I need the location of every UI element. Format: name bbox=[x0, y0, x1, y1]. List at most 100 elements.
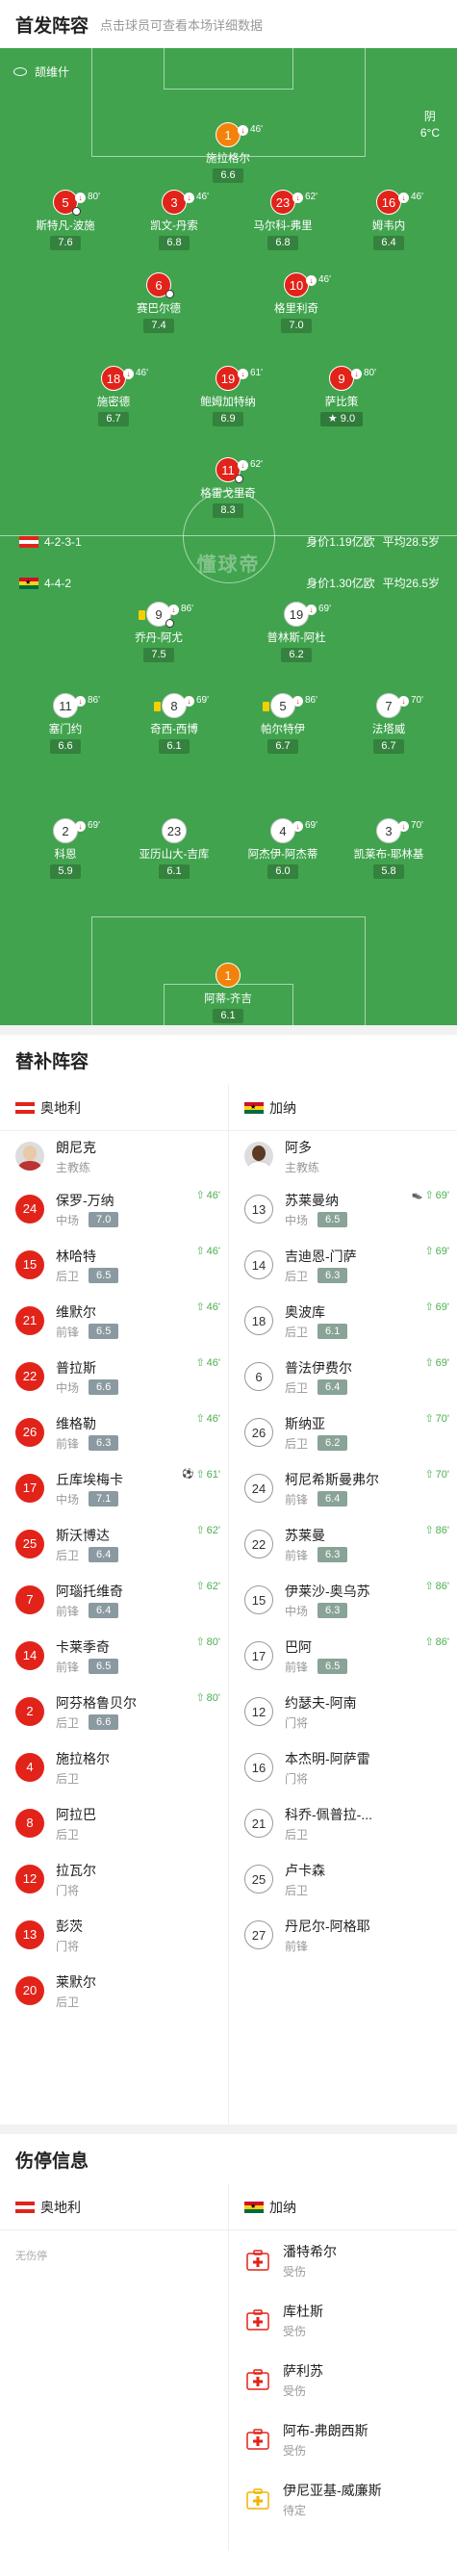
sub-out-indicator: ↓ 86' bbox=[75, 688, 100, 713]
player-away[interactable]: 5 ↓ 86' 帕尔特伊 6.7 bbox=[237, 693, 329, 754]
player-away[interactable]: 3 ↓ 70' 凯莱布-耶林基 5.8 bbox=[343, 818, 435, 879]
player-name: 巴阿 bbox=[285, 1638, 312, 1655]
sub-in-arrow-icon: ⇧ bbox=[424, 1246, 434, 1257]
player-home[interactable]: 6 赛巴尔德 7.4 bbox=[113, 272, 205, 333]
injury-row[interactable]: 阿布-弗朗西斯 受伤 bbox=[229, 2409, 457, 2469]
sub-row[interactable]: 22 普拉斯 中场 6.6 ⇧ 46' bbox=[0, 1349, 228, 1404]
player-away[interactable]: 1 阿蒂-齐吉 6.1 bbox=[182, 963, 274, 1023]
sub-row[interactable]: 26 斯纳亚 后卫 6.2 ⇧ 70' bbox=[229, 1404, 457, 1460]
sub-row[interactable]: 20 莱默尔 后卫 bbox=[0, 1963, 228, 2019]
sub-row[interactable]: 13 彭茨 门将 bbox=[0, 1907, 228, 1963]
player-away[interactable]: 4 ↓ 69' 阿杰伊-阿杰蒂 6.0 bbox=[237, 818, 329, 879]
sub-row[interactable]: 24 保罗-万纳 中场 7.0 ⇧ 46' bbox=[0, 1181, 228, 1237]
home-coach[interactable]: 朗尼克 主教练 bbox=[0, 1131, 228, 1181]
sub-row[interactable]: 21 科乔-佩普拉-... 后卫 bbox=[229, 1795, 457, 1851]
away-subs-column: 加纳 阿多主教练 13苏莱曼纳中场6.5👟⇧69'14吉迪恩-门萨后卫6.3⇧6… bbox=[229, 1085, 457, 1963]
sub-row[interactable]: 25 斯沃博达 后卫 6.4 ⇧ 62' bbox=[0, 1516, 228, 1572]
away-team-row[interactable]: 加纳 bbox=[229, 1085, 457, 1131]
sub-time: 86' bbox=[435, 1636, 449, 1648]
sub-time: 61' bbox=[206, 1468, 220, 1481]
jersey-number: 17 bbox=[244, 1641, 273, 1670]
sub-row[interactable]: 17 巴阿 前锋 6.5 ⇧ 86' bbox=[229, 1628, 457, 1684]
sub-row[interactable]: 16 本杰明-阿萨雷 门将 bbox=[229, 1739, 457, 1795]
sub-row[interactable]: 15 伊莱沙-奥乌苏 中场 6.3 ⇧ 86' bbox=[229, 1572, 457, 1628]
sub-row[interactable]: 21 维默尔 前锋 6.5 ⇧ 46' bbox=[0, 1293, 228, 1349]
player-name: 阿蒂-齐吉 bbox=[204, 993, 252, 1005]
player-home[interactable]: 11 ↓ 62' 格雷戈里奇 8.3 bbox=[182, 457, 274, 518]
player-away[interactable]: 2 ↓ 69' 科恩 5.9 bbox=[19, 818, 112, 879]
sub-out-indicator: ↓ 80' bbox=[351, 361, 376, 386]
player-home[interactable]: 10 ↓ 46' 格里利奇 7.0 bbox=[250, 272, 343, 333]
player-name: 凯莱布-耶林基 bbox=[353, 849, 424, 861]
player-rating: 6.1 bbox=[213, 1009, 243, 1023]
sub-row[interactable]: 22 苏莱曼 前锋 6.3 ⇧ 86' bbox=[229, 1516, 457, 1572]
sub-time: 46' bbox=[206, 1301, 220, 1313]
sub-out-indicator: ↓ 86' bbox=[168, 597, 193, 622]
goal-ball-icon: ⚽ bbox=[181, 1469, 194, 1480]
sub-row[interactable]: 4 施拉格尔 后卫 bbox=[0, 1739, 228, 1795]
away-coach[interactable]: 阿多 主教练 bbox=[229, 1131, 457, 1181]
player-position: 中场 6.6 bbox=[56, 1379, 119, 1396]
player-home[interactable]: 19 ↓ 61' 鲍姆加特纳 6.9 bbox=[182, 366, 274, 426]
sub-row[interactable]: 8 阿拉巴 后卫 bbox=[0, 1795, 228, 1851]
sub-row[interactable]: 12 拉瓦尔 门将 bbox=[0, 1851, 228, 1907]
player-away[interactable]: 11 ↓ 86' 塞门约 6.6 bbox=[19, 693, 112, 754]
sub-row[interactable]: 24 柯尼希斯曼弗尔 前锋 6.4 ⇧ 70' bbox=[229, 1460, 457, 1516]
assist-shoe-icon: 👟 bbox=[412, 1190, 423, 1199]
injury-row[interactable]: 潘特希尔 受伤 bbox=[229, 2230, 457, 2290]
player-rating: 6.1 bbox=[159, 739, 190, 754]
away-team-row[interactable]: 加纳 bbox=[229, 2184, 457, 2230]
sub-info: 伊莱沙-奥乌苏 中场 6.3 bbox=[285, 1582, 370, 1619]
player-home[interactable]: 18 ↓ 46' 施密德 6.7 bbox=[67, 366, 160, 426]
sub-row[interactable]: 25 卢卡森 后卫 bbox=[229, 1851, 457, 1907]
player-name: 赛巴尔德 bbox=[137, 303, 181, 315]
sub-row[interactable]: 6 普法伊费尔 后卫 6.4 ⇧ 69' bbox=[229, 1349, 457, 1404]
sub-row[interactable]: 7 阿瑙托维奇 前锋 6.4 ⇧ 62' bbox=[0, 1572, 228, 1628]
sub-row[interactable]: 2 阿芬格鲁贝尔 后卫 6.6 ⇧ 80' bbox=[0, 1684, 228, 1739]
player-home[interactable]: 9 ↓ 80' 萨比策 ★ 9.0 bbox=[295, 366, 388, 426]
sub-time: 46' bbox=[196, 192, 210, 202]
position-text: 后卫 bbox=[285, 1380, 309, 1395]
sub-row[interactable]: 26 维格勒 前锋 6.3 ⇧ 46' bbox=[0, 1404, 228, 1460]
position-text: 后卫 bbox=[56, 1995, 80, 2009]
player-away[interactable]: 9 ↓ 86' 乔丹-阿尤 7.5 bbox=[113, 602, 205, 662]
player-away[interactable]: 19 ↓ 69' 普林斯-阿杜 6.2 bbox=[250, 602, 343, 662]
player-away[interactable]: 7 ↓ 70' 法塔威 6.7 bbox=[343, 693, 435, 754]
injury-row[interactable]: 萨利苏 受伤 bbox=[229, 2350, 457, 2409]
player-home[interactable]: 23 ↓ 62' 马尔科-弗里 6.8 bbox=[237, 190, 329, 250]
sub-row[interactable]: 18 奥波库 后卫 6.1 ⇧ 69' bbox=[229, 1293, 457, 1349]
home-team-row[interactable]: 奥地利 bbox=[0, 1085, 228, 1131]
sub-time: 61' bbox=[250, 368, 264, 378]
player-away[interactable]: 8 ↓ 69' 奇西-西博 6.1 bbox=[128, 693, 220, 754]
sub-row[interactable]: 15 林哈特 后卫 6.5 ⇧ 46' bbox=[0, 1237, 228, 1293]
player-home[interactable]: 16 ↓ 46' 姆韦内 6.4 bbox=[343, 190, 435, 250]
player-name: 苏莱曼 bbox=[285, 1527, 325, 1543]
sub-info: 斯沃博达 后卫 6.4 bbox=[56, 1526, 119, 1563]
injury-row[interactable]: 伊尼亚基-威廉斯 待定 bbox=[229, 2469, 457, 2529]
ghana-flag-icon bbox=[244, 2201, 264, 2213]
player-name: 帕尔特伊 bbox=[261, 724, 305, 735]
sub-row[interactable]: 12 约瑟夫-阿南 门将 bbox=[229, 1684, 457, 1739]
sub-time: 80' bbox=[206, 1636, 220, 1648]
away-age: 平均26.5岁 bbox=[382, 577, 440, 590]
sub-row[interactable]: 14 卡莱季奇 前锋 6.5 ⇧ 80' bbox=[0, 1628, 228, 1684]
sub-row[interactable]: 14 吉迪恩-门萨 后卫 6.3 ⇧ 69' bbox=[229, 1237, 457, 1293]
player-away[interactable]: 23 亚历山大-吉库 6.1 bbox=[128, 818, 220, 879]
sub-row[interactable]: 27 丹尼尔-阿格耶 前锋 bbox=[229, 1907, 457, 1963]
sub-in-time: ⇧ 69' bbox=[424, 1356, 449, 1370]
player-home[interactable]: 3 ↓ 46' 凯文-丹索 6.8 bbox=[128, 190, 220, 250]
player-home[interactable]: 1 ↓ 46' 施拉格尔 6.6 bbox=[182, 122, 274, 183]
sub-info: 卡莱季奇 前锋 6.5 bbox=[56, 1637, 119, 1675]
sub-row[interactable]: 17 丘库埃梅卡 中场 7.1 ⚽ ⇧ 61' bbox=[0, 1460, 228, 1516]
sub-info: 科乔-佩普拉-... 后卫 bbox=[285, 1805, 372, 1842]
jersey-number: 14 bbox=[15, 1641, 44, 1670]
player-name: 凯文-丹索 bbox=[150, 220, 198, 232]
player-home[interactable]: 5 ↓ 80' 斯特凡-波施 7.6 bbox=[19, 190, 112, 250]
sub-info: 阿拉巴 后卫 bbox=[56, 1805, 96, 1842]
player-position: 前锋 6.5 bbox=[56, 1659, 119, 1675]
sub-in-arrow-icon: ⇧ bbox=[424, 1636, 434, 1648]
injury-row[interactable]: 库杜斯 受伤 bbox=[229, 2290, 457, 2350]
home-team-row[interactable]: 奥地利 bbox=[0, 2184, 228, 2230]
sub-row[interactable]: 13 苏莱曼纳 中场 6.5 👟 ⇧ 69' bbox=[229, 1181, 457, 1237]
sub-time: 69' bbox=[435, 1356, 449, 1369]
